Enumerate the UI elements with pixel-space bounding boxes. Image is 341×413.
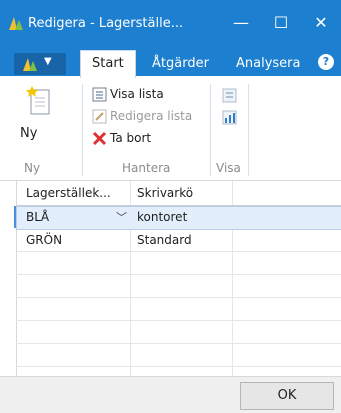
- app-logo-icon: [23, 58, 37, 71]
- group-divider: [210, 84, 211, 176]
- close-button[interactable]: ✕: [306, 11, 336, 35]
- row-divider: [16, 251, 341, 252]
- cell-skrivarko[interactable]: Standard: [137, 233, 192, 247]
- help-icon[interactable]: ?: [318, 54, 334, 70]
- window-title: Redigera - Lagerställe...: [28, 16, 184, 31]
- column-header-skrivarko[interactable]: Skrivarkö: [137, 186, 193, 200]
- row-selector-indicator: [0, 206, 16, 228]
- cell-lagerstalle[interactable]: BLÅ: [26, 210, 49, 224]
- group-label-visa: Visa: [216, 161, 241, 175]
- app-logo-icon: [9, 17, 23, 30]
- tab-analysera[interactable]: Analysera: [236, 56, 301, 71]
- chevron-down-icon: ▼: [44, 56, 52, 67]
- delete-x-icon: [92, 131, 107, 146]
- group-label-ny: Ny: [24, 161, 41, 175]
- visa-lista-label: Visa lista: [110, 87, 164, 101]
- group-label-hantera: Hantera: [122, 161, 171, 175]
- new-button-label: Ny: [20, 126, 38, 141]
- row-divider: [16, 366, 341, 367]
- cell-skrivarko[interactable]: kontoret: [137, 210, 187, 224]
- chevron-down-icon[interactable]: ﹀: [116, 209, 127, 225]
- maximize-button[interactable]: ☐: [266, 11, 296, 35]
- list-view-icon: [92, 87, 107, 102]
- cell-lagerstalle[interactable]: GRÖN: [26, 233, 62, 247]
- new-document-icon: [26, 86, 50, 115]
- new-button[interactable]: Ny: [20, 86, 74, 152]
- row-divider: [16, 297, 341, 298]
- ta-bort-button[interactable]: Ta bort: [92, 130, 212, 148]
- edit-list-icon: [92, 109, 107, 124]
- tab-start-label: Start: [92, 56, 124, 71]
- group-divider: [248, 84, 249, 176]
- show-as-chart-icon[interactable]: [222, 110, 237, 125]
- tab-atgarder[interactable]: Åtgärder: [152, 56, 209, 71]
- visa-lista-button[interactable]: Visa lista: [92, 86, 212, 104]
- ok-button[interactable]: OK: [240, 382, 334, 410]
- row-divider: [16, 343, 341, 344]
- show-as-list-icon[interactable]: [222, 88, 237, 103]
- row-divider: [16, 320, 341, 321]
- redigera-lista-label: Redigera lista: [110, 109, 193, 123]
- app-menu-button[interactable]: ▼: [14, 53, 66, 75]
- row-divider: [16, 274, 341, 275]
- minimize-button[interactable]: —: [226, 11, 256, 35]
- ta-bort-label: Ta bort: [110, 131, 152, 145]
- group-divider: [82, 84, 83, 176]
- column-header-lagerstalle[interactable]: Lagerställek...: [26, 186, 111, 200]
- redigera-lista-button[interactable]: Redigera lista: [92, 108, 212, 126]
